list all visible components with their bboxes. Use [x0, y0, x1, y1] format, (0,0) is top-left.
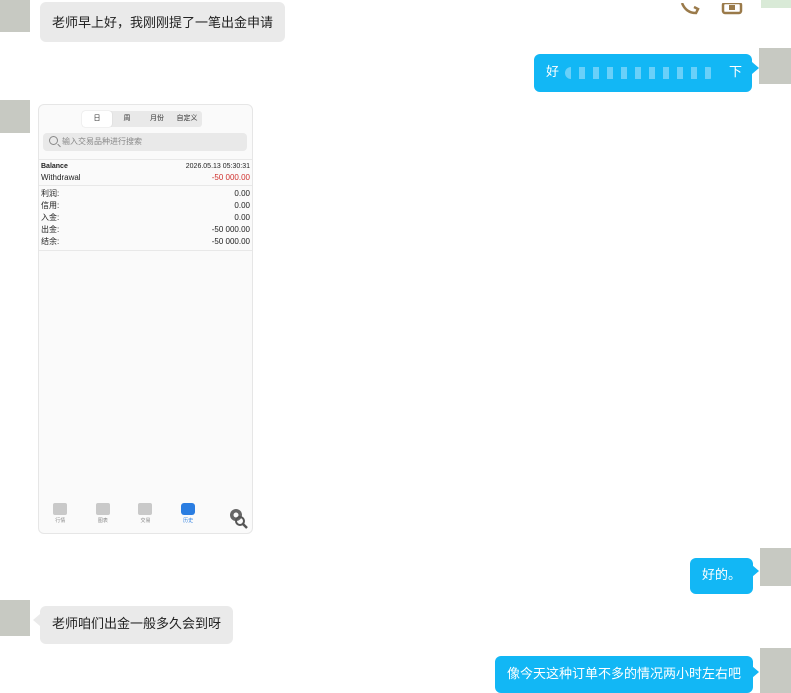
summary-label: 入金: — [41, 213, 60, 222]
segment-day[interactable]: 日 — [82, 111, 112, 127]
avatar-contact — [0, 100, 30, 133]
summary-label: 信用: — [41, 201, 60, 210]
summary-value: -50 000.00 — [211, 225, 250, 234]
search-input[interactable]: 输入交易品种进行搜索 — [43, 133, 247, 151]
tab-label: 图表 — [97, 518, 108, 524]
search-placeholder: 输入交易品种进行搜索 — [62, 137, 142, 146]
summary-label: 利润: — [41, 189, 60, 198]
withdrawal-row: Withdrawal -50 000.00 — [41, 172, 250, 184]
tab-quotes[interactable]: 行情 — [40, 503, 80, 533]
tab-trade[interactable]: 交易 — [125, 503, 165, 533]
summary-value: 0.00 — [234, 213, 250, 222]
summary-value: 0.00 — [234, 201, 250, 210]
tab-chart[interactable]: 图表 — [83, 503, 123, 533]
message-sent-6[interactable]: 像今天这种订单不多的情况两小时左右吧 — [495, 656, 754, 693]
avatar-self — [759, 48, 791, 84]
summary-value: 0.00 — [234, 189, 250, 198]
message-text: 好 — [546, 65, 560, 80]
summary-row: 利润: 0.00 — [41, 188, 250, 200]
avatar-contact — [0, 600, 30, 636]
message-received-1[interactable]: 老师早上好，我刚刚提了一笔出金申请 — [40, 2, 286, 42]
tab-label: 行情 — [55, 518, 66, 524]
bubble-tail — [33, 614, 40, 626]
summary-row: 信用: 0.00 — [41, 200, 250, 212]
screen-share-icon[interactable] — [721, 0, 743, 15]
summary-value: -50 000.00 — [211, 237, 250, 246]
period-segmented-control[interactable]: 日 周 月份 自定义 — [82, 111, 202, 127]
history-icon — [181, 503, 196, 515]
summary-row: 结余: -50 000.00 — [41, 236, 250, 248]
quotes-icon — [53, 503, 68, 515]
message-text: 下 — [728, 65, 742, 80]
tab-label: 历史 — [183, 518, 194, 524]
segment-custom[interactable]: 自定义 — [172, 111, 202, 127]
trade-icon — [138, 503, 153, 515]
withdrawal-label: Withdrawal — [41, 173, 81, 182]
message-text: 老师早上好，我刚刚提了一笔出金申请 — [52, 16, 274, 31]
bubble-tail — [752, 565, 759, 577]
message-text: 好的。 — [702, 568, 742, 583]
avatar-contact — [0, 0, 30, 32]
message-sent-4[interactable]: 好的。 — [690, 558, 754, 594]
segment-week[interactable]: 周 — [112, 111, 142, 127]
message-received-5[interactable]: 老师咱们出金一般多久会到呀 — [40, 606, 234, 644]
bubble-tail — [752, 62, 759, 74]
avatar-self — [760, 548, 791, 586]
summary-row: 入金: 0.00 — [41, 212, 250, 224]
segment-month[interactable]: 月份 — [142, 111, 172, 127]
summary-label: 结余: — [41, 237, 60, 246]
message-sent-2[interactable]: 好下 — [534, 54, 752, 92]
avatar-self-top — [761, 0, 791, 8]
phone-call-icon[interactable] — [680, 0, 702, 15]
message-text: 老师咱们出金一般多久会到呀 — [52, 617, 222, 632]
screenshot-image[interactable]: 日 周 月份 自定义 输入交易品种进行搜索 Balance 2026.05.13… — [38, 104, 253, 534]
tab-history[interactable]: 历史 — [168, 503, 208, 533]
balance-label: Balance — [41, 163, 68, 170]
settings-gear-icon[interactable] — [228, 507, 248, 529]
bubble-tail — [752, 666, 759, 678]
summary-label: 出金: — [41, 225, 60, 234]
divider — [39, 185, 252, 186]
divider — [39, 159, 252, 160]
message-text: 像今天这种订单不多的情况两小时左右吧 — [507, 667, 742, 682]
bottom-tab-bar: 行情 图表 交易 历史 设置 — [39, 503, 252, 533]
avatar-self — [760, 648, 791, 693]
withdrawal-value: -50 000.00 — [211, 173, 250, 182]
divider — [39, 250, 252, 251]
chart-icon — [95, 503, 110, 515]
summary-row: 出金: -50 000.00 — [41, 224, 250, 236]
tab-label: 交易 — [140, 518, 151, 524]
search-icon — [49, 136, 58, 145]
redacted-text — [565, 66, 716, 79]
